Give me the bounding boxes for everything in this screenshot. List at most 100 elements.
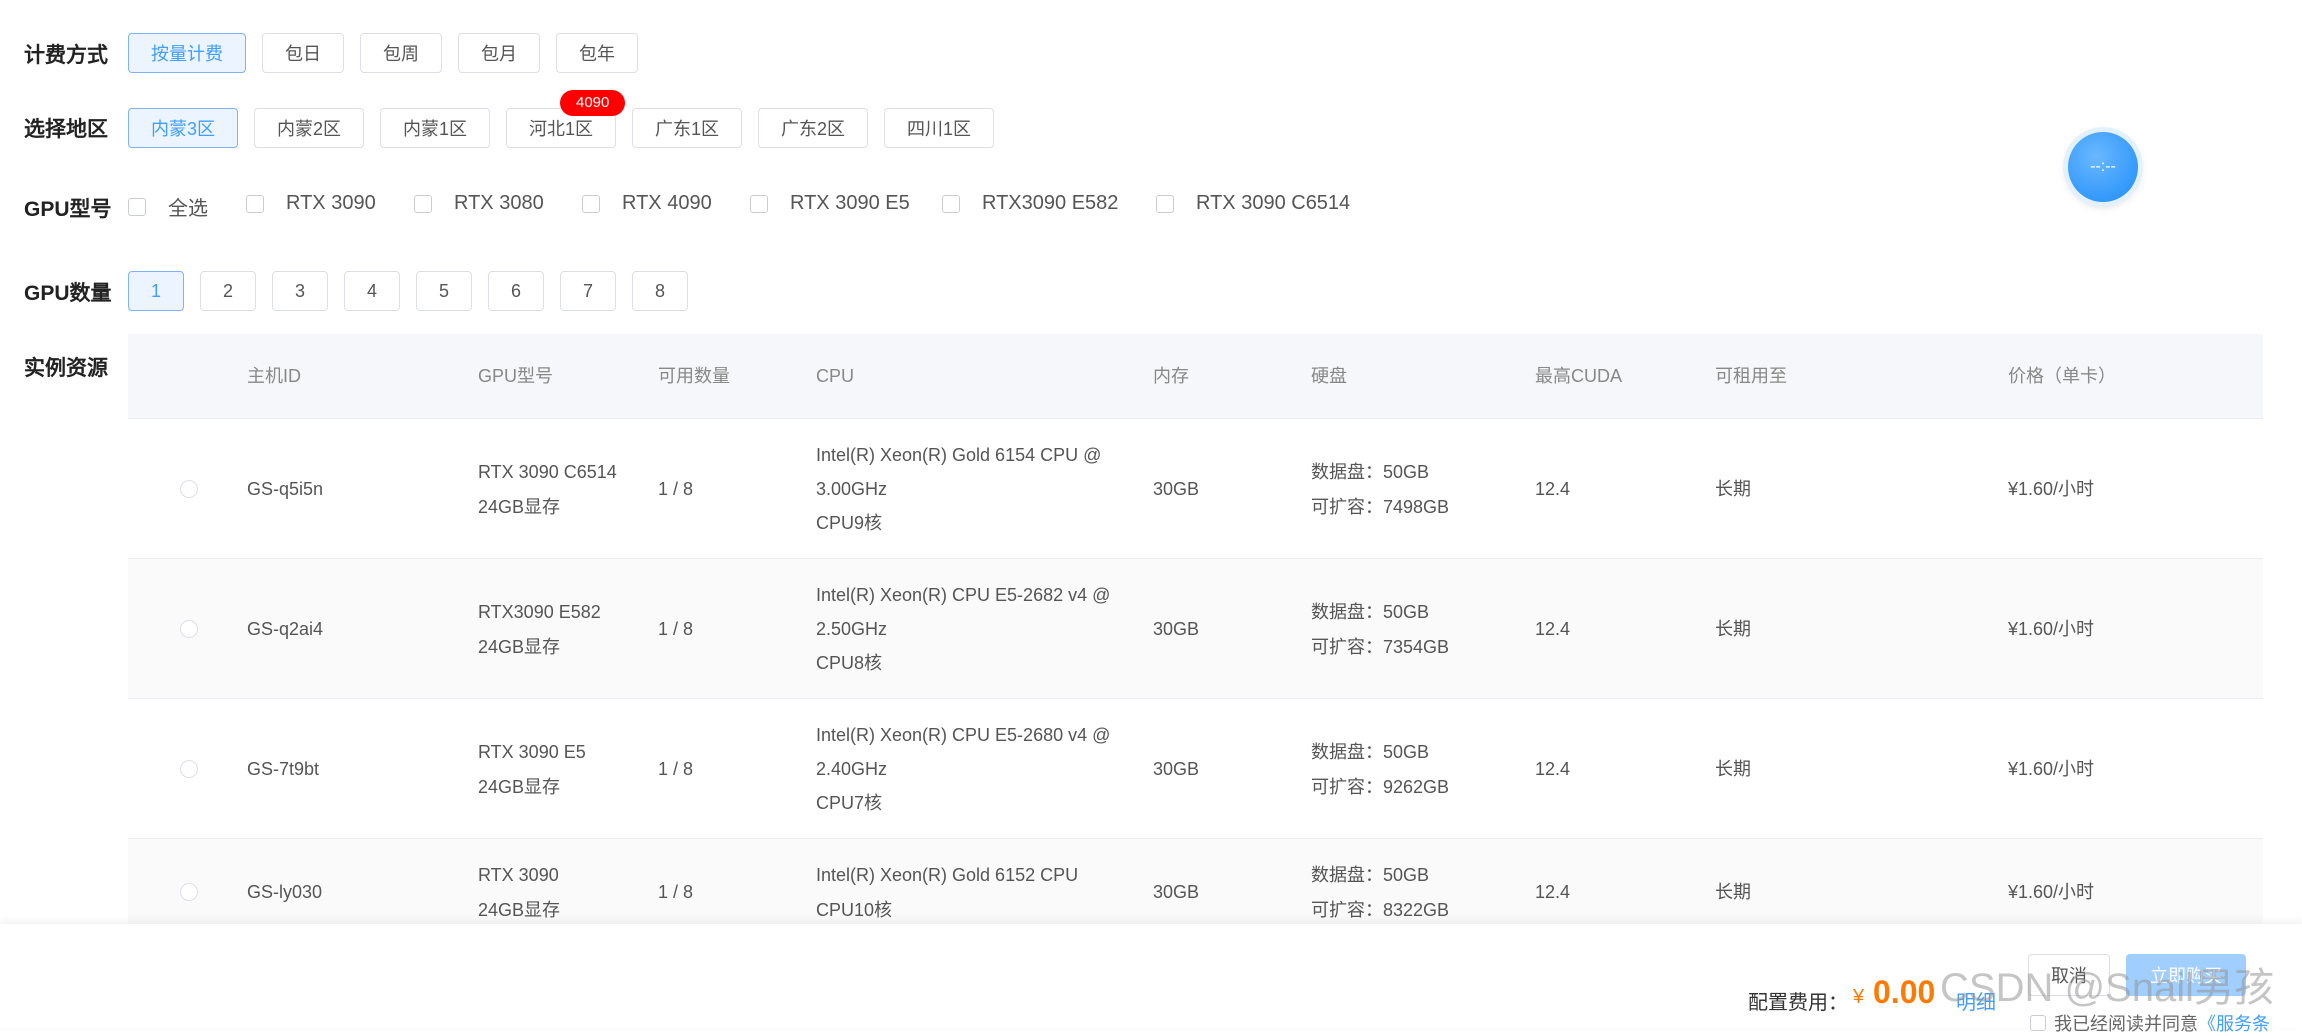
cell-price: ¥1.60/小时 <box>2008 619 2095 639</box>
cell-rent-until: 长期 <box>1715 882 1751 902</box>
cell-data-disk: 数据盘：50GB <box>1311 865 1430 885</box>
billing-option-daily[interactable]: 包日 <box>262 33 344 73</box>
region-option-sc1[interactable]: 四川1区 <box>884 108 994 148</box>
checkbox-icon <box>1156 194 1174 213</box>
cell-vram: 24GB显存 <box>478 777 561 797</box>
gpu-count-7[interactable]: 7 <box>560 271 616 311</box>
cell-memory: 30GB <box>1153 619 1200 639</box>
cell-expandable: 可扩容：9262GB <box>1311 777 1450 797</box>
region-option-nm3[interactable]: 内蒙3区 <box>128 108 238 148</box>
region-option-gd2[interactable]: 广东2区 <box>758 108 868 148</box>
table-row[interactable]: GS-7t9bt RTX 3090 E5 24GB显存 1 / 8 Intel(… <box>128 698 2263 839</box>
floating-timer-button[interactable]: --:-- <box>2068 132 2138 202</box>
cell-vram: 24GB显存 <box>478 900 561 920</box>
table-header: 主机ID GPU型号 可用数量 CPU 内存 硬盘 最高CUDA 可租用至 价格… <box>128 334 2263 418</box>
cell-available: 1 / 8 <box>658 479 694 499</box>
header-disk: 硬盘 <box>1311 366 1347 386</box>
gpu-count-4[interactable]: 4 <box>344 271 400 311</box>
row-radio[interactable] <box>180 760 198 778</box>
checkbox-icon <box>942 194 960 213</box>
billing-label: 计费方式 <box>24 44 108 67</box>
gpu-model-rtx3090-e5[interactable]: RTX 3090 E5 <box>750 192 910 215</box>
cell-price: ¥1.60/小时 <box>2008 882 2095 902</box>
gpu-model-rtx4090[interactable]: RTX 4090 <box>582 192 712 215</box>
gpu-count-2[interactable]: 2 <box>200 271 256 311</box>
region-badge: 4090 <box>560 90 626 116</box>
cell-cpu-line1: Intel(R) Xeon(R) Gold 6154 CPU @ <box>816 445 1102 465</box>
instances-label: 实例资源 <box>24 357 108 380</box>
agreement-checkbox-icon[interactable] <box>2030 1015 2046 1031</box>
row-radio[interactable] <box>180 480 198 498</box>
gpu-model-rtx3080[interactable]: RTX 3080 <box>414 192 544 215</box>
watermark: CSDN @Snail男孩 <box>1940 966 2275 1010</box>
gpu-count-3[interactable]: 3 <box>272 271 328 311</box>
cell-expandable: 可扩容：7498GB <box>1311 497 1450 517</box>
header-price: 价格（单卡） <box>2008 366 2116 386</box>
billing-option-hourly[interactable]: 按量计费 <box>128 33 246 73</box>
gpu-count-1[interactable]: 1 <box>128 271 184 311</box>
region-option-nm2[interactable]: 内蒙2区 <box>254 108 364 148</box>
header-cpu: CPU <box>816 366 855 386</box>
cell-price: ¥1.60/小时 <box>2008 759 2095 779</box>
region-label: 选择地区 <box>24 118 108 141</box>
gpu-model-rtx3090-c6514[interactable]: RTX 3090 C6514 <box>1156 192 1350 215</box>
gpu-model-label: GPU型号 <box>24 198 112 221</box>
cost-amount: 0.00 <box>1873 974 1936 1010</box>
checkbox-icon <box>582 194 600 213</box>
row-radio[interactable] <box>180 883 198 901</box>
cell-cpu-line2: 2.40GHz <box>816 759 888 779</box>
currency-symbol: ¥ <box>1853 986 1865 1008</box>
cell-host-id: GS-7t9bt <box>247 759 320 779</box>
cell-gpu-model: RTX 3090 E5 <box>478 742 586 762</box>
gpu-count-6[interactable]: 6 <box>488 271 544 311</box>
checkbox-icon <box>414 194 432 213</box>
header-host-id: 主机ID <box>247 366 301 386</box>
cell-host-id: GS-q2ai4 <box>247 619 324 639</box>
cell-cpu-cores: CPU7核 <box>816 793 883 813</box>
cell-host-id: GS-ly030 <box>247 882 323 902</box>
header-gpu-model: GPU型号 <box>478 366 554 386</box>
cell-expandable: 可扩容：8322GB <box>1311 900 1450 920</box>
cell-gpu-model: RTX3090 E582 <box>478 602 601 622</box>
cell-cpu-line1: Intel(R) Xeon(R) Gold 6152 CPU <box>816 865 1079 885</box>
billing-option-monthly[interactable]: 包月 <box>458 33 540 73</box>
billing-option-yearly[interactable]: 包年 <box>556 33 638 73</box>
cell-cpu-line1: Intel(R) Xeon(R) CPU E5-2682 v4 @ <box>816 585 1111 605</box>
cell-available: 1 / 8 <box>658 619 694 639</box>
cell-data-disk: 数据盘：50GB <box>1311 602 1430 622</box>
row-radio[interactable] <box>180 620 198 638</box>
cell-cuda: 12.4 <box>1535 479 1571 499</box>
header-memory: 内存 <box>1153 366 1189 386</box>
cell-data-disk: 数据盘：50GB <box>1311 742 1430 762</box>
cell-cpu-line2: 2.50GHz <box>816 619 888 639</box>
cell-host-id: GS-q5i5n <box>247 479 324 499</box>
cell-cpu-cores: CPU8核 <box>816 653 883 673</box>
gpu-model-rtx3090-e582[interactable]: RTX3090 E582 <box>942 192 1118 215</box>
cell-cuda: 12.4 <box>1535 619 1571 639</box>
agreement-text: 我已经阅读并同意 <box>2054 1014 2198 1034</box>
table-row[interactable]: GS-ly030 RTX 3090 24GB显存 1 / 8 Intel(R) … <box>128 838 2263 924</box>
cell-cpu-cores: CPU10核 <box>816 900 893 920</box>
table-row[interactable]: GS-q5i5n RTX 3090 C6514 24GB显存 1 / 8 Int… <box>128 418 2263 559</box>
cell-price: ¥1.60/小时 <box>2008 479 2095 499</box>
billing-option-weekly[interactable]: 包周 <box>360 33 442 73</box>
gpu-model-select-all[interactable]: 全选 <box>128 192 208 221</box>
table-row[interactable]: GS-q2ai4 RTX3090 E582 24GB显存 1 / 8 Intel… <box>128 558 2263 699</box>
cell-rent-until: 长期 <box>1715 759 1751 779</box>
region-option-nm1[interactable]: 内蒙1区 <box>380 108 490 148</box>
cell-vram: 24GB显存 <box>478 497 561 517</box>
region-option-gd1[interactable]: 广东1区 <box>632 108 742 148</box>
gpu-model-rtx3090[interactable]: RTX 3090 <box>246 192 376 215</box>
cell-cpu-cores: CPU9核 <box>816 513 883 533</box>
cell-available: 1 / 8 <box>658 882 694 902</box>
cell-gpu-model: RTX 3090 C6514 <box>478 462 617 482</box>
header-rent-until: 可租用至 <box>1715 366 1787 386</box>
cell-available: 1 / 8 <box>658 759 694 779</box>
gpu-count-5[interactable]: 5 <box>416 271 472 311</box>
cell-memory: 30GB <box>1153 759 1200 779</box>
cell-cuda: 12.4 <box>1535 882 1571 902</box>
cell-gpu-model: RTX 3090 <box>478 865 559 885</box>
gpu-count-8[interactable]: 8 <box>632 271 688 311</box>
cell-vram: 24GB显存 <box>478 637 561 657</box>
terms-link[interactable]: 《服务条 <box>2198 1010 2270 1036</box>
